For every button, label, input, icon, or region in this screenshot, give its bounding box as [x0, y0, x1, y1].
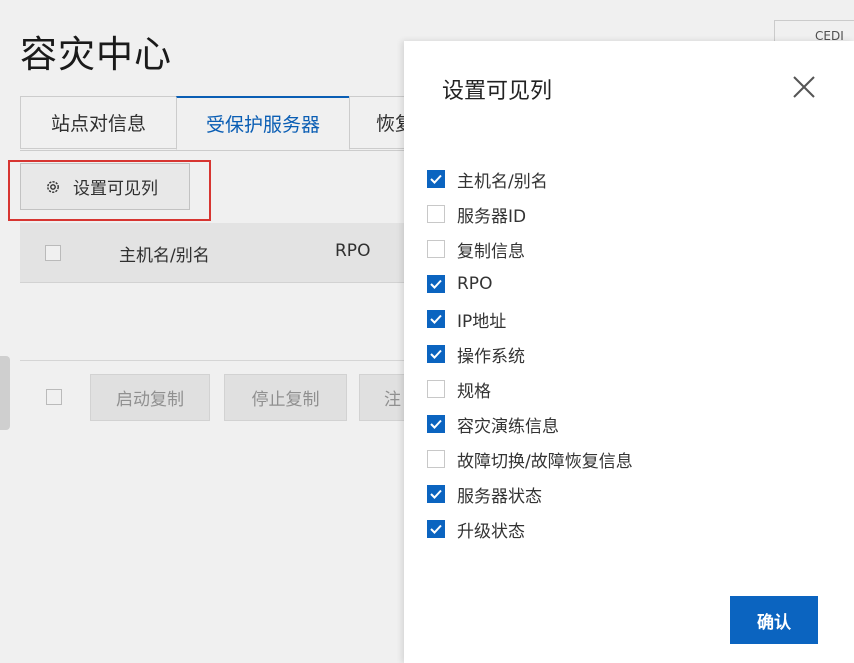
checkbox-checked[interactable] — [427, 345, 445, 363]
checkbox-checked[interactable] — [427, 485, 445, 503]
checkbox-checked[interactable] — [427, 520, 445, 538]
option-label: 容灾演练信息 — [457, 416, 559, 437]
confirm-button[interactable]: 确认 — [730, 596, 818, 644]
option-label: IP地址 — [457, 311, 507, 332]
option-server-id[interactable]: 服务器ID — [427, 200, 727, 228]
close-icon — [793, 76, 815, 98]
option-label: 复制信息 — [457, 241, 525, 262]
checkbox-checked[interactable] — [427, 170, 445, 188]
option-upgrade-status[interactable]: 升级状态 — [427, 515, 727, 543]
option-ip-address[interactable]: IP地址 — [427, 305, 727, 333]
option-server-status[interactable]: 服务器状态 — [427, 480, 727, 508]
option-hostname[interactable]: 主机名/别名 — [427, 165, 727, 193]
option-label: 故障切换/故障恢复信息 — [457, 451, 633, 472]
option-label: 服务器ID — [457, 206, 527, 227]
check-icon — [430, 349, 442, 359]
checkbox-checked[interactable] — [427, 310, 445, 328]
option-failover-info[interactable]: 故障切换/故障恢复信息 — [427, 445, 727, 473]
option-label: 规格 — [457, 381, 491, 402]
option-label: 服务器状态 — [457, 486, 542, 507]
check-icon — [430, 524, 442, 534]
option-label: RPO — [457, 274, 493, 294]
check-icon — [430, 419, 442, 429]
checkbox-unchecked[interactable] — [427, 240, 445, 258]
option-os[interactable]: 操作系统 — [427, 340, 727, 368]
check-icon — [430, 489, 442, 499]
check-icon — [430, 279, 442, 289]
column-settings-dialog: 设置可见列 主机名/别名 服务器ID 复制信息 RPO IP地址 操作系统 规格… — [404, 41, 854, 663]
checkbox-checked[interactable] — [427, 415, 445, 433]
dialog-title: 设置可见列 — [442, 79, 553, 104]
option-dr-drill-info[interactable]: 容灾演练信息 — [427, 410, 727, 438]
checkbox-checked[interactable] — [427, 275, 445, 293]
option-label: 主机名/别名 — [457, 171, 548, 192]
option-spec[interactable]: 规格 — [427, 375, 727, 403]
option-label: 升级状态 — [457, 521, 525, 542]
close-button[interactable] — [788, 71, 820, 103]
option-replication-info[interactable]: 复制信息 — [427, 235, 727, 263]
option-label: 操作系统 — [457, 346, 525, 367]
checkbox-unchecked[interactable] — [427, 380, 445, 398]
check-icon — [430, 314, 442, 324]
check-icon — [430, 174, 442, 184]
option-rpo[interactable]: RPO — [427, 270, 727, 298]
checkbox-unchecked[interactable] — [427, 205, 445, 223]
checkbox-unchecked[interactable] — [427, 450, 445, 468]
